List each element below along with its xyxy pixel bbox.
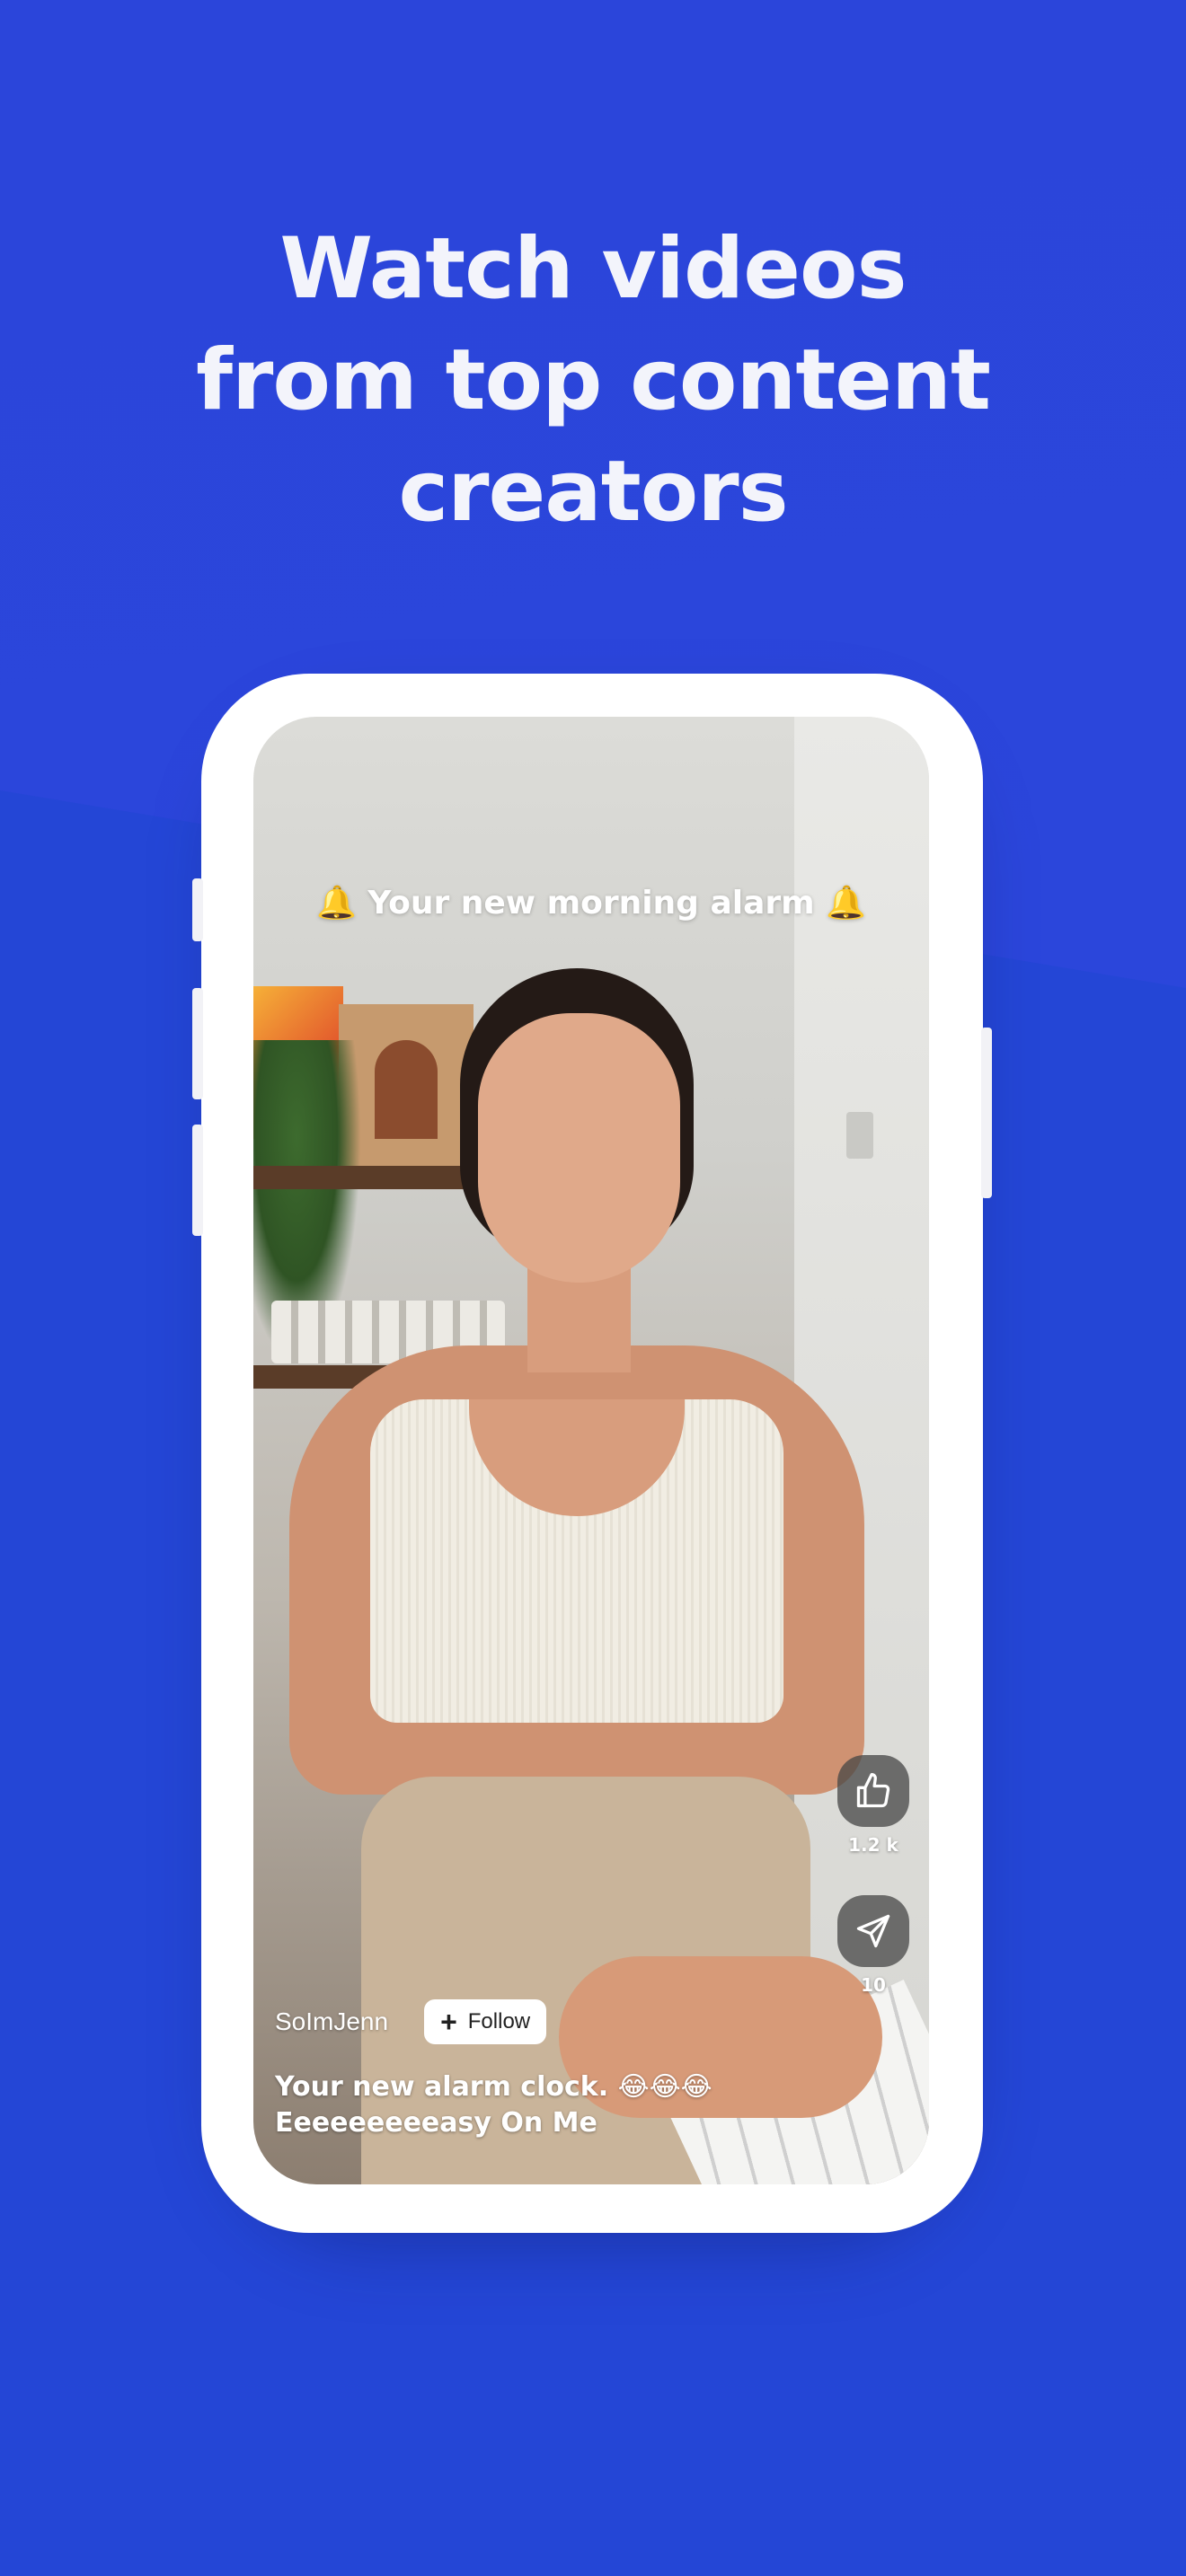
creator-name[interactable]: SoImJenn <box>275 2007 388 2036</box>
post-description-line-2: Eeeeeeeeeasy On Me <box>275 2107 597 2139</box>
follow-label: Follow <box>467 2009 531 2033</box>
phone-volume-up-button <box>192 988 203 1099</box>
bell-icon: 🔔 <box>826 885 867 922</box>
bell-icon: 🔔 <box>315 885 357 922</box>
post-description: Your new alarm clock. 😂😂😂 Eeeeeeeeeasy O… <box>275 2069 850 2141</box>
like-button[interactable] <box>837 1755 909 1827</box>
share-button[interactable] <box>837 1895 909 1967</box>
phone-volume-down-button <box>192 1125 203 1236</box>
send-icon <box>856 1914 890 1948</box>
share-action[interactable]: 10 <box>837 1895 909 1996</box>
share-count: 10 <box>861 1974 886 1996</box>
headline: Watch videos from top content creators <box>0 214 1186 548</box>
phone-power-button <box>981 1028 992 1198</box>
follow-button[interactable]: + Follow <box>424 1999 547 2044</box>
person-face <box>478 1013 680 1283</box>
video-screen[interactable]: 🔔 Your new morning alarm 🔔 1.2 k 10 SoIm… <box>253 717 929 2184</box>
like-count: 1.2 k <box>848 1834 898 1856</box>
phone-side-button <box>192 878 203 941</box>
creator-row: SoImJenn + Follow <box>275 1999 547 2044</box>
scene-outlet <box>846 1112 873 1159</box>
thumbs-up-icon <box>856 1773 890 1808</box>
video-overlay-caption: 🔔 Your new morning alarm 🔔 <box>253 884 929 922</box>
headline-line-1: Watch videos <box>279 220 907 318</box>
headline-line-2: from top content <box>196 331 991 429</box>
like-action[interactable]: 1.2 k <box>837 1755 909 1856</box>
plus-icon: + <box>440 2005 457 2038</box>
overlay-caption-text: Your new morning alarm <box>367 885 815 922</box>
scene-shelf <box>253 1166 487 1189</box>
headline-line-3: creators <box>398 443 788 541</box>
post-description-line-1: Your new alarm clock. 😂😂😂 <box>275 2071 712 2103</box>
